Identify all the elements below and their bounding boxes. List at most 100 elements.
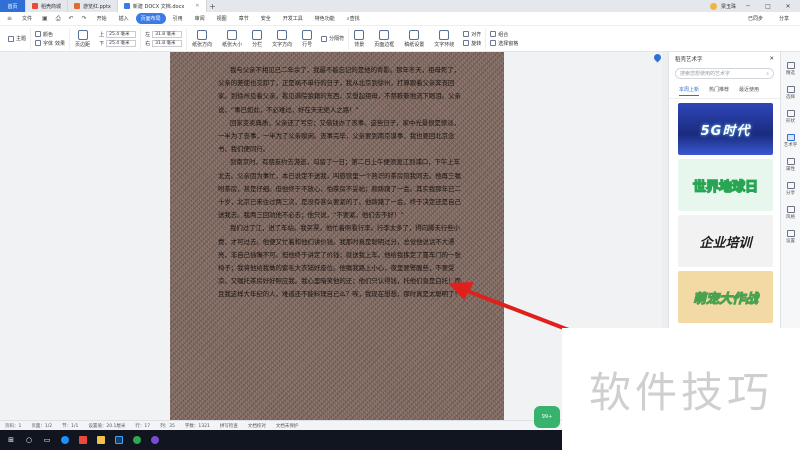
- tab-docx[interactable]: 新建 DOCX 文档.docx ✕: [117, 0, 207, 12]
- tab-docer-store[interactable]: 稻壳商城: [26, 0, 69, 12]
- undo-icon[interactable]: ↶: [66, 13, 77, 24]
- close-panel-icon[interactable]: ✕: [769, 56, 774, 62]
- paragraph[interactable]: 回家变卖典质，父亲还了亏空；又借钱办了丧事。这些日子，家中光景很是惨淡，一半为了…: [218, 117, 462, 157]
- search-icon[interactable]: ○: [24, 435, 34, 445]
- colors-button[interactable]: 颜色: [35, 31, 65, 38]
- redo-icon[interactable]: ↷: [79, 13, 90, 24]
- floating-assistant-badge[interactable]: 99+: [534, 406, 560, 428]
- document-page[interactable]: 我与父亲不相见已二年余了，我最不能忘记的是他的背影。那年冬天，祖母死了，父亲的差…: [170, 52, 504, 420]
- effects-label[interactable]: 效果: [55, 40, 65, 47]
- rt-featured[interactable]: 精选: [786, 62, 795, 76]
- print-icon[interactable]: ⎙: [53, 13, 64, 25]
- maximize-button[interactable]: □: [760, 3, 776, 10]
- paragraph[interactable]: 我们过了江，进了车站。我买票，他忙着照看行李。行李太多了，得向脚夫行些小费，才可…: [218, 222, 462, 301]
- menu-home[interactable]: 开始: [92, 13, 112, 24]
- menu-view[interactable]: 视图: [212, 13, 232, 24]
- photoshop-icon[interactable]: [114, 435, 124, 445]
- menu-special[interactable]: 特色功能: [310, 13, 340, 24]
- share-button[interactable]: 分享: [774, 13, 794, 24]
- selection-pane-button[interactable]: 选择窗格: [490, 40, 518, 47]
- tab-home-label: 首页: [7, 3, 18, 10]
- word-art-card-pets[interactable]: 萌宠大作战: [678, 271, 773, 323]
- rt-shapes[interactable]: 形状: [786, 110, 795, 124]
- rt-style[interactable]: 风格: [786, 206, 795, 220]
- margin-right-field: 右 31.8 毫米: [145, 39, 183, 47]
- add-tab-button[interactable]: +: [207, 0, 219, 12]
- browser-icon[interactable]: [60, 435, 70, 445]
- rt-word-art[interactable]: 艺术字: [784, 134, 797, 148]
- tab-hot[interactable]: 热门推荐: [709, 86, 729, 96]
- fonts-label: 字体: [43, 40, 54, 47]
- wps-icon[interactable]: [78, 435, 88, 445]
- rt-share[interactable]: 分享: [786, 182, 795, 196]
- paragraph[interactable]: 到南京时，有朋友约去游逛，勾留了一日；第二日上午便须渡江到浦口，下午上车北去。父…: [218, 156, 462, 222]
- breaks-button[interactable]: 分隔符: [321, 35, 344, 42]
- page-margin-button[interactable]: 页边距: [70, 28, 95, 50]
- orientation-button[interactable]: 纸张方向: [187, 28, 217, 50]
- explorer-icon[interactable]: [96, 435, 106, 445]
- theme-button[interactable]: 主题: [8, 35, 26, 42]
- close-tab-icon[interactable]: ✕: [195, 3, 199, 9]
- rt-select[interactable]: 选择: [786, 86, 795, 100]
- chrome-icon[interactable]: [132, 435, 142, 445]
- tab-recent[interactable]: 最近使用: [739, 86, 759, 96]
- word-art-card-training[interactable]: 企业培训: [678, 215, 773, 267]
- rt-settings[interactable]: 设置: [786, 230, 795, 244]
- draft-paper-button[interactable]: 稿纸设置: [399, 28, 429, 50]
- tab-home[interactable]: 首页: [0, 0, 26, 12]
- text-direction-button[interactable]: 文字方向: [267, 28, 297, 50]
- ps-logo: [115, 436, 123, 444]
- status-protection[interactable]: 文档未保护: [276, 423, 299, 429]
- word-art-card-5g[interactable]: 5G时代: [678, 103, 773, 155]
- columns-label: 分栏: [252, 41, 263, 48]
- menu-search[interactable]: ⌕查找: [342, 13, 365, 24]
- rt-properties[interactable]: 属性: [786, 158, 795, 172]
- status-page-number: 页码：1: [5, 423, 22, 429]
- columns-button[interactable]: 分栏: [247, 28, 267, 50]
- paragraph[interactable]: 我与父亲不相见已二年余了，我最不能忘记的是他的背影。那年冬天，祖母死了，父亲的差…: [218, 64, 462, 117]
- search-icon[interactable]: ⌕: [766, 71, 769, 77]
- panel-search-input[interactable]: 搜索您想使用的艺术字 ⌕: [675, 68, 774, 79]
- menu-insert[interactable]: 插入: [114, 13, 134, 24]
- menu-page-layout[interactable]: 页面布局: [135, 13, 166, 24]
- line-numbers-button[interactable]: 行号: [297, 28, 317, 50]
- paper-size-button[interactable]: 纸张大小: [217, 28, 247, 50]
- tab-pptx[interactable]: 游览红.pptx: [68, 0, 118, 12]
- avatar[interactable]: [709, 2, 717, 10]
- margin-right-input[interactable]: 31.8 毫米: [152, 39, 183, 47]
- tab-new-this-week[interactable]: 本周上新: [679, 86, 700, 96]
- menu-developer[interactable]: 开发工具: [278, 13, 308, 24]
- background-button[interactable]: 背景: [349, 28, 369, 50]
- status-word-count[interactable]: 字数：1321: [185, 423, 210, 429]
- close-window-button[interactable]: ✕: [780, 3, 796, 10]
- app-icon[interactable]: [150, 435, 160, 445]
- margin-left-input[interactable]: 31.8 毫米: [152, 30, 183, 38]
- fonts-button[interactable]: 字体 效果: [35, 40, 65, 47]
- hamburger-icon[interactable]: ≡: [4, 13, 15, 24]
- menu-security[interactable]: 安全: [256, 13, 276, 24]
- margin-bottom-input[interactable]: 25.4 毫米: [106, 39, 137, 47]
- task-view-icon[interactable]: ▭: [42, 435, 52, 445]
- user-name[interactable]: 梁玉珠: [721, 3, 736, 10]
- group-button[interactable]: 组合: [490, 31, 518, 38]
- status-spell-check[interactable]: 拼写检查: [220, 423, 238, 429]
- rt-label: 风格: [786, 215, 795, 220]
- synced-button[interactable]: 已同步: [743, 13, 768, 24]
- document-body[interactable]: 我与父亲不相见已二年余了，我最不能忘记的是他的背影。那年冬天，祖母死了，父亲的差…: [218, 64, 462, 302]
- menu-references[interactable]: 引用: [168, 13, 188, 24]
- rt-label: 属性: [786, 167, 795, 172]
- align-button[interactable]: 对齐: [463, 31, 481, 38]
- save-icon[interactable]: ▣: [39, 13, 51, 24]
- menu-section[interactable]: 章节: [234, 13, 254, 24]
- margin-top-input[interactable]: 25.4 毫米: [106, 30, 137, 38]
- menu-file[interactable]: 文件: [17, 13, 37, 24]
- columns-icon: [252, 29, 263, 40]
- page-borders-button[interactable]: 页面边框: [369, 28, 399, 50]
- windows-start-icon[interactable]: ⊞: [6, 435, 16, 445]
- rotate-button[interactable]: 旋转: [463, 40, 481, 47]
- text-wrap-button[interactable]: 文字环绕: [429, 28, 459, 50]
- menu-review[interactable]: 审阅: [190, 13, 210, 24]
- word-art-card-earth-day[interactable]: 世界地球日: [678, 159, 773, 211]
- minimize-button[interactable]: ─: [740, 3, 756, 10]
- status-proofread[interactable]: 文档校对: [248, 423, 266, 429]
